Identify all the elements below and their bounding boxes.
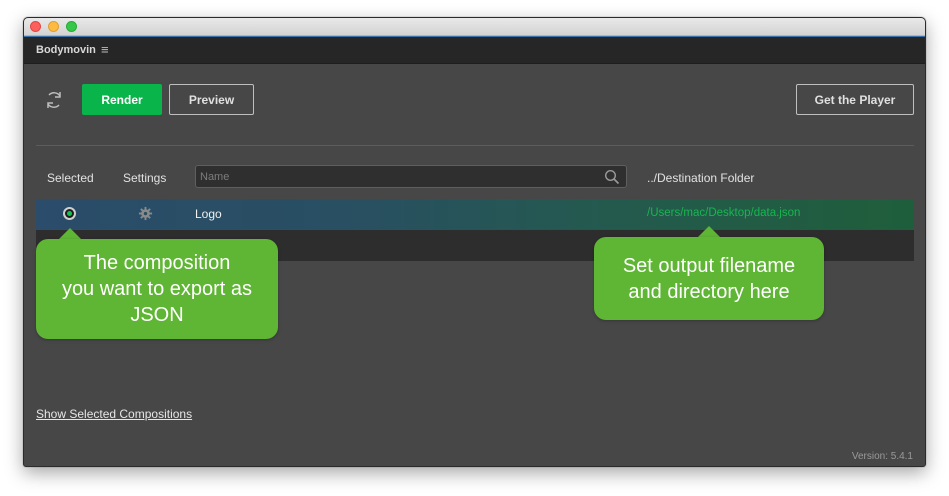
- panel-title: Bodymovin: [36, 44, 96, 56]
- zoom-window-button[interactable]: [66, 21, 77, 32]
- gear-icon[interactable]: [138, 206, 153, 221]
- column-header-destination: ../Destination Folder: [647, 171, 755, 185]
- callout-composition-text: The composition you want to export as JS…: [61, 252, 253, 326]
- composition-row[interactable]: Logo /Users/mac/Desktop/data.json: [36, 199, 914, 229]
- panel-header: Bodymovin ≡: [24, 36, 925, 64]
- toolbar-divider: [36, 145, 914, 146]
- search-field[interactable]: [195, 165, 627, 188]
- search-input[interactable]: [200, 169, 590, 184]
- window-titlebar: [24, 18, 925, 36]
- callout-destination-text: Set output filename and directory here: [622, 254, 796, 303]
- callout-arrow-left: [59, 228, 81, 239]
- column-header-selected: Selected: [47, 171, 94, 185]
- column-header-settings: Settings: [123, 171, 167, 185]
- callout-composition: The composition you want to export as JS…: [36, 239, 278, 339]
- callout-arrow-right: [698, 226, 720, 237]
- close-window-button[interactable]: [30, 21, 41, 32]
- menu-icon[interactable]: ≡: [101, 43, 109, 57]
- preview-button[interactable]: Preview: [169, 84, 254, 115]
- render-button[interactable]: Render: [82, 84, 162, 115]
- refresh-icon[interactable]: [43, 89, 65, 111]
- get-the-player-button[interactable]: Get the Player: [796, 84, 914, 115]
- version-label: Version: 5.4.1: [851, 451, 913, 462]
- search-icon[interactable]: [604, 169, 620, 185]
- minimize-window-button[interactable]: [48, 21, 59, 32]
- composition-destination[interactable]: /Users/mac/Desktop/data.json: [647, 207, 800, 219]
- composition-name: Logo: [195, 207, 222, 221]
- composition-select-radio[interactable]: [63, 207, 76, 220]
- show-selected-compositions-link[interactable]: Show Selected Compositions: [36, 407, 192, 421]
- callout-destination: Set output filename and directory here: [594, 237, 824, 320]
